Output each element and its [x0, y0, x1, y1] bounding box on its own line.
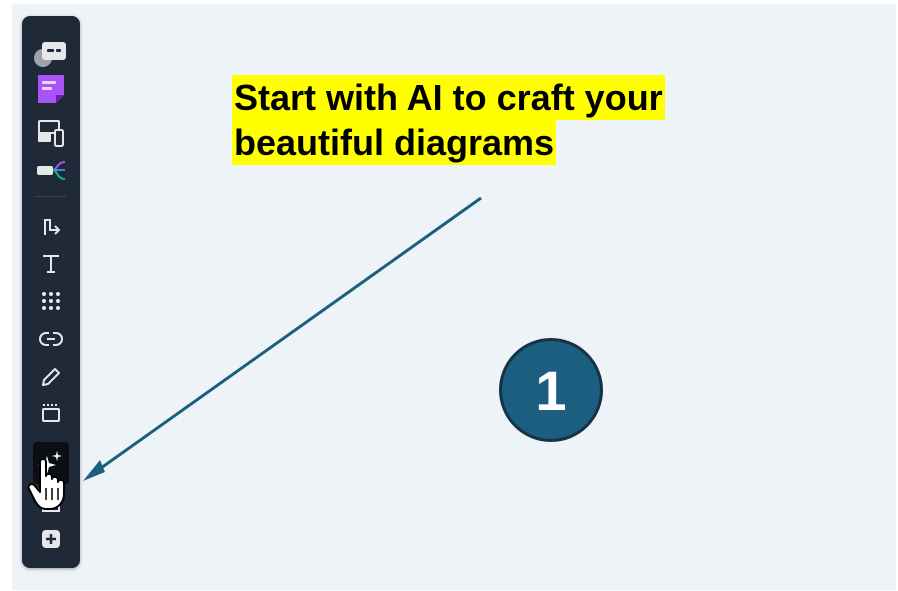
step-number: 1 [535, 358, 567, 422]
annotation-arrow [83, 196, 482, 481]
step-number-badge: 1 [499, 338, 603, 442]
